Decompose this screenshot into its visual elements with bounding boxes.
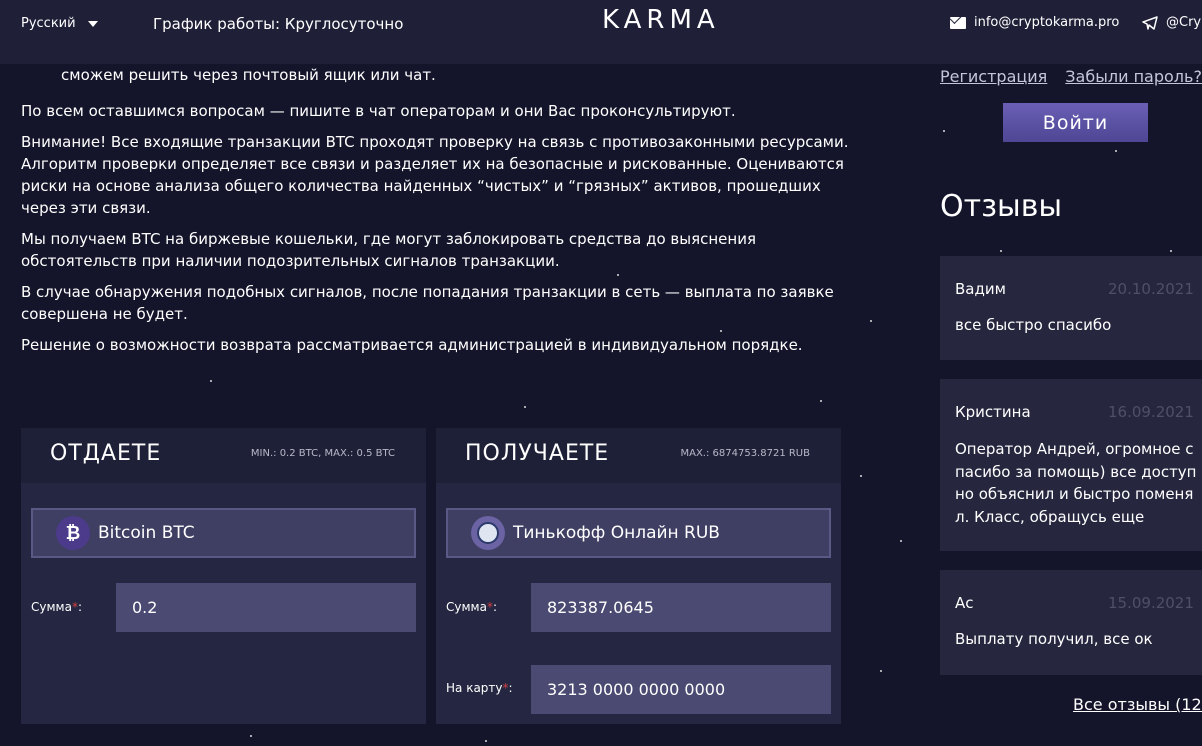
review-card: Ас 15.09.2021 Выплату получил, все ок <box>940 570 1202 675</box>
work-schedule: График работы: Круглосуточно <box>153 15 404 33</box>
get-panel-header: ПОЛУЧАЕТЕ MAX.: 6874753.8721 RUB <box>436 428 841 483</box>
auth-links: Регистрация Забыли пароль? <box>940 67 1202 86</box>
email-link[interactable]: info@cryptokarma.pro <box>950 15 1119 30</box>
get-title: ПОЛУЧАЕТЕ <box>465 441 610 466</box>
review-text: Выплату получил, все ок <box>955 630 1153 648</box>
info-paragraph: Решение о возможности возврата рассматри… <box>21 336 803 354</box>
info-text: сможем решить через почтовый ящик или ча… <box>21 64 861 365</box>
required-mark: * <box>71 600 78 614</box>
review-text: все быстро спасибо <box>955 316 1112 334</box>
get-amount-label: Сумма*: <box>446 600 497 614</box>
card-label: На карту*: <box>446 681 513 695</box>
telegram-text: @Cry <box>1166 15 1202 30</box>
review-text: Оператор Андрей, огромное с пасибо за по… <box>955 440 1197 526</box>
mail-icon <box>950 16 966 29</box>
info-paragraph: Мы получаем BTC на биржевые кошельки, гд… <box>21 230 756 270</box>
telegram-icon <box>1142 15 1158 30</box>
info-partial-line: сможем решить через почтовый ящик или ча… <box>61 66 436 84</box>
give-amount-label: Сумма*: <box>31 600 82 614</box>
give-panel: ОТДАЕТЕ MIN.: 0.2 BTC, MAX.: 0.5 BTC ₿ B… <box>21 428 426 724</box>
required-mark: * <box>502 681 509 695</box>
reviews-heading: Отзывы <box>940 189 1063 224</box>
give-amount-label-text: Сумма <box>31 600 72 614</box>
required-mark: * <box>486 600 493 614</box>
give-panel-header: ОТДАЕТЕ MIN.: 0.2 BTC, MAX.: 0.5 BTC <box>21 428 426 483</box>
get-amount-label-text: Сумма <box>446 600 487 614</box>
language-selector[interactable]: Русский <box>21 16 98 31</box>
info-paragraph: В случае обнаружения подобных сигналов, … <box>21 283 834 323</box>
telegram-link[interactable]: @Cry <box>1142 15 1201 30</box>
site-logo[interactable]: KARMA <box>602 5 720 35</box>
review-date: 15.09.2021 <box>1108 594 1194 612</box>
top-header: Русский График работы: Круглосуточно KAR… <box>0 0 1202 64</box>
give-currency-label: Bitcoin BTC <box>98 523 195 543</box>
info-paragraph: Внимание! Все входящие транзакции BTC пр… <box>21 133 849 217</box>
email-text: info@cryptokarma.pro <box>974 15 1120 30</box>
bitcoin-icon: ₿ <box>56 516 90 550</box>
review-author: Ас <box>955 594 974 612</box>
login-button[interactable]: Войти <box>1003 103 1148 142</box>
review-date: 16.09.2021 <box>1108 403 1194 421</box>
card-number-input[interactable]: 3213 0000 0000 0000 <box>531 665 831 714</box>
review-author: Вадим <box>955 280 1006 298</box>
get-currency-label: Тинькофф Онлайн RUB <box>513 523 720 543</box>
give-amount-input[interactable]: 0.2 <box>116 583 416 632</box>
tinkoff-icon <box>471 516 505 550</box>
card-label-text: На карту <box>446 681 503 695</box>
info-paragraph: По всем оставшимся вопросам — пишите в ч… <box>21 102 736 120</box>
get-amount-input[interactable]: 823387.0645 <box>531 583 831 632</box>
all-reviews-link[interactable]: Все отзывы (127) <box>1073 695 1202 714</box>
review-card: Кристина 16.09.2021 Оператор Андрей, огр… <box>940 379 1202 551</box>
review-author: Кристина <box>955 403 1031 421</box>
chevron-down-icon <box>87 20 98 27</box>
language-label: Русский <box>21 16 76 31</box>
get-limits: MAX.: 6874753.8721 RUB <box>680 448 810 459</box>
review-card: Вадим 20.10.2021 все быстро спасибо <box>940 256 1202 360</box>
give-currency-select[interactable]: ₿ Bitcoin BTC <box>31 508 416 558</box>
give-title: ОТДАЕТЕ <box>50 441 162 466</box>
get-panel: ПОЛУЧАЕТЕ MAX.: 6874753.8721 RUB Тинькоф… <box>436 428 841 724</box>
give-limits: MIN.: 0.2 BTC, MAX.: 0.5 BTC <box>250 448 395 459</box>
review-date: 20.10.2021 <box>1108 280 1194 298</box>
register-link[interactable]: Регистрация <box>940 67 1047 86</box>
forgot-password-link[interactable]: Забыли пароль? <box>1065 67 1202 86</box>
get-currency-select[interactable]: Тинькофф Онлайн RUB <box>446 508 831 558</box>
